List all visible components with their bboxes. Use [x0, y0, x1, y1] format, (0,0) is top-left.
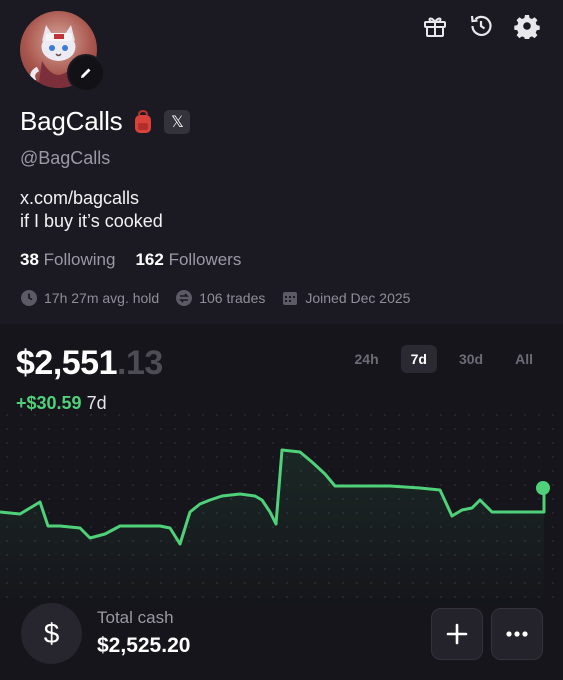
plus-icon [446, 623, 468, 645]
balance-main: $2,551 [16, 344, 118, 382]
bio-link[interactable]: x.com/bagcalls [20, 187, 163, 210]
total-cash-value: $2,525.20 [97, 634, 191, 657]
range-tab-30d[interactable]: 30d [449, 345, 493, 373]
calendar-icon [283, 292, 298, 305]
avg-hold-text: 17h 27m avg. hold [44, 290, 160, 306]
followers-label: Followers [168, 250, 242, 269]
gear-icon [514, 15, 540, 39]
backpack-icon [135, 109, 152, 133]
follow-stats: 38 Following 162 Followers [20, 250, 241, 270]
trades-text: 106 trades [199, 290, 266, 306]
settings-button[interactable] [511, 12, 543, 40]
balance-cents: .13 [117, 344, 163, 382]
time-range-selector: 24h 7d 30d All [345, 345, 543, 373]
history-icon [470, 15, 492, 36]
dollar-icon: $ [43, 617, 60, 649]
profile-section: BagCalls 𝕏 @BagCalls x.com/bagcalls if I… [0, 0, 563, 324]
add-cash-button[interactable] [431, 608, 483, 660]
followers-stat[interactable]: 162 Followers [135, 250, 241, 270]
history-button[interactable] [465, 12, 497, 40]
following-label: Following [43, 250, 116, 269]
following-stat[interactable]: 38 Following [20, 250, 115, 270]
range-tab-7d[interactable]: 7d [400, 345, 437, 373]
x-logo-icon: 𝕏 [171, 112, 184, 131]
more-icon [506, 631, 528, 637]
trades-meta: 106 trades [175, 289, 265, 307]
range-tab-24h[interactable]: 24h [345, 345, 389, 373]
chart-current-point [536, 481, 550, 495]
edit-icon [81, 68, 91, 78]
joined-text: Joined Dec 2025 [305, 290, 411, 306]
portfolio-chart[interactable] [0, 408, 563, 608]
x-link-badge[interactable]: 𝕏 [164, 109, 191, 134]
more-options-button[interactable] [491, 608, 543, 660]
gift-icon [424, 17, 446, 37]
display-name: BagCalls [20, 106, 123, 136]
edit-avatar-button[interactable] [67, 54, 105, 92]
profile-meta: 17h 27m avg. hold 106 trades Joined Dec … [20, 289, 410, 307]
portfolio-section: $2,551.13 +$30.59 7d 24h 7d 30d All $ Total… [0, 324, 563, 680]
avg-hold-meta: 17h 27m avg. hold [20, 289, 159, 307]
total-cash-label: Total cash [97, 608, 174, 627]
header-actions [419, 12, 543, 40]
gift-button[interactable] [419, 12, 451, 40]
portfolio-balance: $2,551.13 [16, 344, 163, 383]
bio-text: if I buy it’s cooked [20, 211, 163, 231]
joined-meta: Joined Dec 2025 [281, 289, 410, 307]
followers-count: 162 [135, 250, 164, 269]
range-tab-all[interactable]: All [505, 345, 543, 373]
cash-icon-circle: $ [21, 603, 82, 664]
user-handle: @BagCalls [20, 148, 111, 168]
swap-icon [176, 290, 193, 306]
following-count: 38 [20, 250, 39, 269]
bio: x.com/bagcalls if I buy it’s cooked [20, 187, 163, 233]
name-row: BagCalls 𝕏 [20, 106, 191, 137]
clock-icon [21, 290, 37, 306]
